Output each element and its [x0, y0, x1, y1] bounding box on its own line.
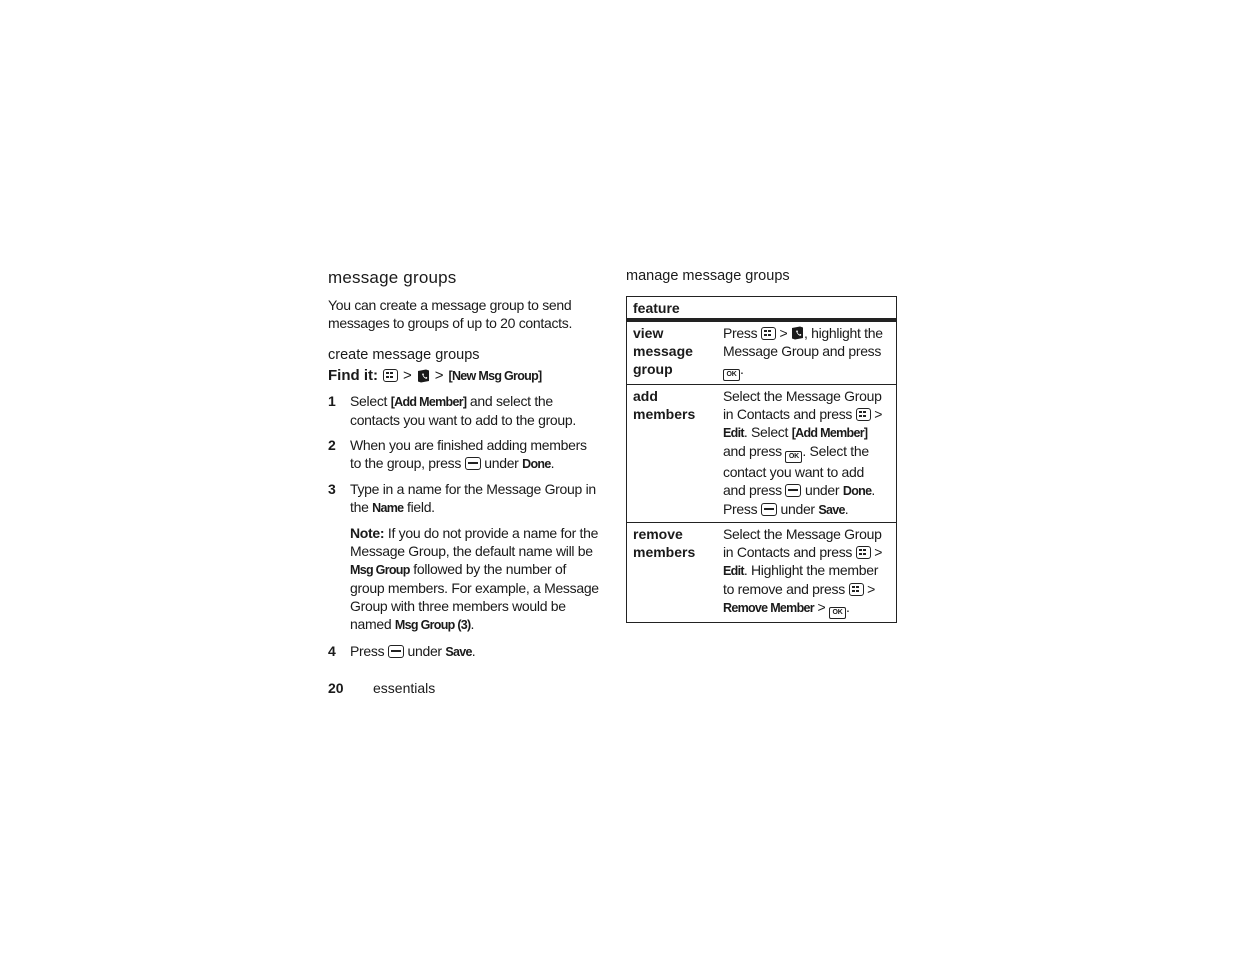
table-row: remove members Select the Message Group … [626, 522, 897, 623]
step-number: 1 [328, 393, 336, 409]
table-header-row: feature [626, 296, 897, 322]
note: Note: If you do not provide a name for t… [350, 524, 600, 634]
menu-key-icon [855, 408, 871, 421]
section-title: message groups [328, 268, 457, 287]
soft-key-icon [387, 645, 404, 658]
table-header: feature [626, 296, 897, 322]
page-footer: 20 essentials [328, 680, 435, 696]
ok-key-icon: OK [723, 369, 740, 381]
command-save: Save [818, 503, 845, 517]
subsection-title: create message groups [328, 347, 480, 363]
feature-name: view message group [626, 320, 717, 385]
command-name: Name [372, 501, 404, 515]
step-number: 4 [328, 643, 336, 659]
table-row: view message group Press > , highlight t… [626, 320, 897, 385]
description-text: > [870, 544, 883, 560]
command-done: Done [522, 457, 551, 471]
command-msg-group: Msg Group [350, 563, 410, 577]
soft-key-icon [464, 457, 481, 470]
description-text: and press [723, 443, 786, 459]
feature-name: remove members [626, 522, 717, 623]
page-number: 20 [328, 680, 344, 696]
contacts-icon [791, 326, 804, 340]
feature-table: feature view message group Press > , hig… [626, 296, 897, 623]
command-msg-group-3: Msg Group (3) [394, 618, 471, 632]
description-text: > [775, 325, 791, 341]
menu-key-icon [760, 327, 776, 340]
step-text: field. [403, 499, 435, 515]
step-number: 2 [328, 437, 336, 453]
step-text: Press [350, 643, 388, 659]
find-it-label: Find it: [328, 367, 378, 384]
right-column: manage message groups feature view messa… [626, 268, 897, 623]
command-add-member: [Add Member] [791, 426, 868, 440]
step-text: under [403, 643, 446, 659]
description-text: . Select [743, 424, 792, 440]
step-text: . [471, 643, 476, 659]
command-add-member: [Add Member] [390, 395, 467, 409]
soft-key-icon [760, 503, 777, 516]
description-text: > [813, 599, 829, 615]
contacts-icon [417, 369, 430, 383]
step-text: . [550, 455, 555, 471]
step-4: 4 Press under Save. [328, 642, 600, 661]
feature-description: Select the Message Group in Contacts and… [717, 522, 897, 623]
find-it-path: Find it: > > [New Msg Group] [328, 367, 600, 384]
menu-key-icon [855, 546, 871, 559]
feature-name: add members [626, 384, 717, 523]
description-text: > [863, 581, 875, 597]
description-text: . [844, 501, 849, 517]
left-column: message groups You can create a message … [328, 268, 600, 668]
step-text: Select [350, 393, 391, 409]
intro-text: You can create a message group to send m… [328, 297, 573, 331]
path-separator: > [402, 367, 412, 384]
table-title: manage message groups [626, 268, 790, 284]
step-3: 3 Type in a name for the Message Group i… [328, 480, 600, 517]
command-edit: Edit [723, 564, 745, 578]
step-1: 1 Select [Add Member] and select the con… [328, 392, 600, 429]
path-target: [New Msg Group] [448, 368, 543, 383]
command-edit: Edit [723, 426, 745, 440]
soft-key-icon [785, 484, 802, 497]
command-save: Save [445, 645, 472, 659]
table-row: add members Select the Message Group in … [626, 384, 897, 523]
description-text: > [870, 406, 883, 422]
description-text: . [740, 361, 744, 377]
feature-description: Select the Message Group in Contacts and… [717, 384, 897, 523]
command-done: Done [842, 484, 872, 498]
note-text: . [470, 616, 475, 632]
step-text: under [480, 455, 523, 471]
section-name: essentials [373, 680, 436, 696]
ok-key-icon: OK [829, 607, 846, 619]
menu-key-icon [848, 583, 864, 596]
note-label: Note: [350, 525, 385, 541]
description-text: Press [723, 325, 761, 341]
note-text: If you do not provide a name for the Mes… [350, 525, 599, 559]
menu-key-icon [382, 369, 398, 382]
step-2: 2 When you are finished adding members t… [328, 436, 600, 473]
step-number: 3 [328, 481, 336, 497]
feature-description: Press > , highlight the Message Group an… [717, 320, 897, 385]
description-text: . [846, 599, 850, 615]
command-remove-member: Remove Member [723, 601, 815, 615]
ok-key-icon: OK [785, 451, 803, 463]
path-separator: > [434, 367, 444, 384]
description-text: under [776, 501, 819, 517]
description-text: under [801, 482, 843, 498]
